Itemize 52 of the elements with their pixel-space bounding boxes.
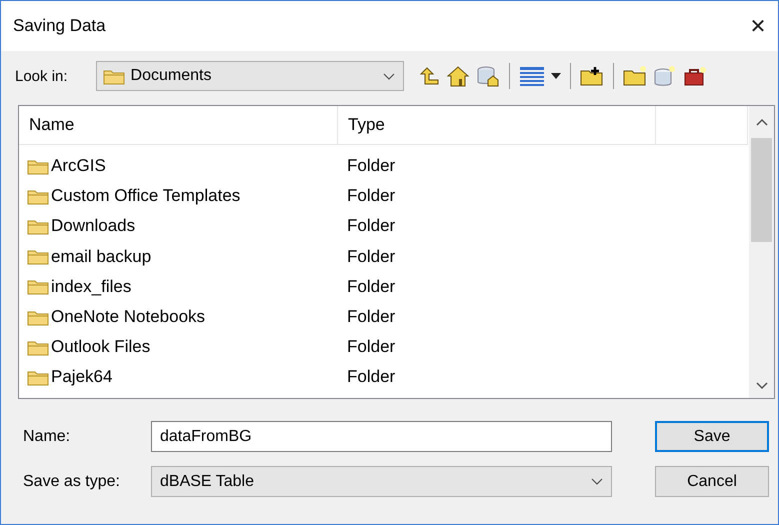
folder-icon bbox=[27, 338, 49, 356]
name-input[interactable]: dataFromBG bbox=[151, 421, 612, 452]
look-in-label: Look in: bbox=[15, 68, 68, 84]
type-cell-text: Folder bbox=[346, 307, 396, 328]
window-title: Saving Data bbox=[13, 16, 106, 36]
look-in-dropdown[interactable]: Documents bbox=[96, 61, 404, 91]
save-as-type-label: Save as type: bbox=[23, 472, 121, 490]
folder-icon bbox=[27, 308, 49, 326]
chevron-icon bbox=[591, 478, 603, 485]
cancel-button[interactable]: Cancel bbox=[655, 466, 769, 497]
scroll-up-icon[interactable] bbox=[756, 118, 768, 126]
folder-icon bbox=[27, 188, 49, 205]
type-cell-text: Folder bbox=[346, 337, 396, 358]
file-list-item[interactable]: OneNote Notebooks bbox=[19, 307, 337, 328]
caret-icon[interactable] bbox=[550, 73, 561, 79]
close-button[interactable]: ✕ bbox=[738, 6, 778, 46]
folder-plus-icon[interactable] bbox=[580, 65, 604, 87]
scroll-thumb[interactable] bbox=[751, 138, 772, 242]
type-cell-text: Folder bbox=[346, 246, 396, 267]
type-cell-text: Folder bbox=[346, 186, 396, 206]
type-cell-text: Folder bbox=[346, 276, 396, 297]
folder-icon bbox=[27, 248, 49, 266]
type-cell-text: Folder bbox=[346, 367, 396, 388]
scroll-down-icon[interactable] bbox=[756, 382, 768, 390]
new-database-icon[interactable] bbox=[652, 65, 677, 87]
chevron-icon bbox=[382, 72, 395, 80]
name-label: Name: bbox=[23, 428, 72, 446]
folder-icon bbox=[27, 278, 49, 296]
file-list-item[interactable]: Pajek64 bbox=[19, 367, 337, 388]
file-list-item[interactable]: Outlook Files bbox=[19, 337, 337, 358]
file-list-item[interactable]: email backup bbox=[19, 246, 337, 267]
folder-icon bbox=[102, 68, 125, 84]
save-button[interactable]: Save bbox=[655, 421, 769, 452]
folder-icon bbox=[27, 218, 49, 235]
list-view-icon[interactable] bbox=[518, 65, 545, 87]
database-home-icon[interactable] bbox=[476, 65, 500, 87]
folder-icon bbox=[27, 158, 49, 175]
toolbox-icon[interactable] bbox=[682, 65, 707, 87]
up-arrow-icon[interactable] bbox=[418, 65, 440, 87]
folder-icon bbox=[27, 368, 49, 386]
save-as-type-dropdown[interactable]: dBASE Table bbox=[151, 466, 612, 497]
file-list-item[interactable]: Custom Office Templates bbox=[19, 186, 337, 206]
new-folder-icon[interactable] bbox=[622, 65, 647, 87]
type-cell-text: Folder bbox=[346, 216, 396, 236]
column-header[interactable]: Name bbox=[19, 106, 338, 144]
column-header[interactable]: Type bbox=[338, 106, 656, 144]
scrollbar[interactable] bbox=[749, 106, 774, 398]
file-list-item[interactable]: ArcGIS bbox=[19, 156, 337, 176]
home-icon[interactable] bbox=[446, 65, 470, 87]
file-list-item[interactable]: Downloads bbox=[19, 216, 337, 236]
file-list-item[interactable]: index_files bbox=[19, 276, 337, 297]
type-cell-text: Folder bbox=[346, 156, 396, 176]
